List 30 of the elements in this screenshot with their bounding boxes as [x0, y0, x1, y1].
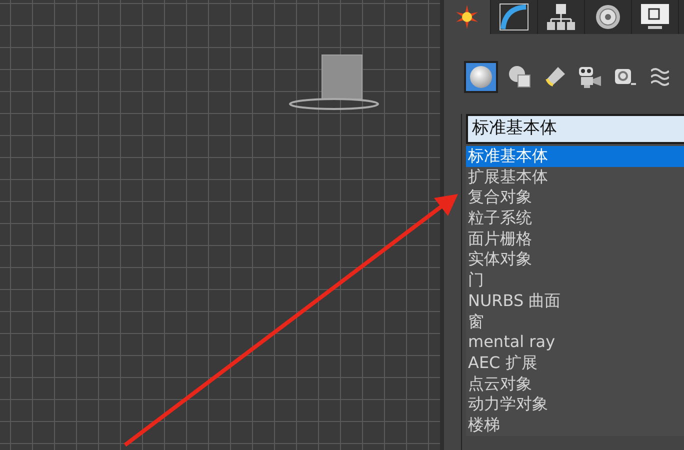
dropdown-option[interactable]: 粒子系统: [466, 208, 684, 229]
dropdown-option[interactable]: 标准基本体: [466, 146, 684, 167]
dropdown-option[interactable]: 楼梯: [466, 414, 684, 436]
rings-icon: [593, 3, 623, 31]
monitor-icon: [640, 3, 670, 31]
panel-tab[interactable]: [538, 0, 585, 34]
dropdown-option[interactable]: 实体对象: [466, 249, 684, 270]
panel-tab[interactable]: [491, 0, 538, 34]
dropdown-option[interactable]: 点云对象: [466, 374, 684, 394]
dropdown-option[interactable]: 复合对象: [466, 187, 684, 208]
dropdown-option[interactable]: 门: [466, 270, 684, 291]
shapes-icon: [508, 65, 532, 89]
waves-icon: [651, 65, 669, 89]
sphere-icon: [469, 65, 493, 89]
dropdown-field[interactable]: 标准基本体: [466, 114, 684, 144]
panel-tab[interactable]: [585, 0, 632, 34]
dropdown-option[interactable]: AEC 扩展: [466, 352, 684, 374]
curve-icon: [499, 3, 529, 31]
dropdown-option[interactable]: NURBS 曲面: [466, 290, 684, 312]
camera-icon: [577, 65, 603, 89]
dropdown-option[interactable]: 面片栅格: [466, 228, 684, 250]
dropdown-option[interactable]: 扩展基本体: [466, 166, 684, 188]
dropdown-option[interactable]: 窗: [466, 312, 684, 332]
hierarchy-icon: [546, 3, 576, 31]
panel-tab[interactable]: [632, 0, 679, 34]
dropdown-option[interactable]: 动力学对象: [466, 394, 684, 415]
category-button[interactable]: [464, 61, 498, 93]
spotlight-icon: [543, 65, 567, 89]
dropdown-option[interactable]: mental ray: [466, 332, 684, 353]
star-icon: [454, 4, 480, 30]
